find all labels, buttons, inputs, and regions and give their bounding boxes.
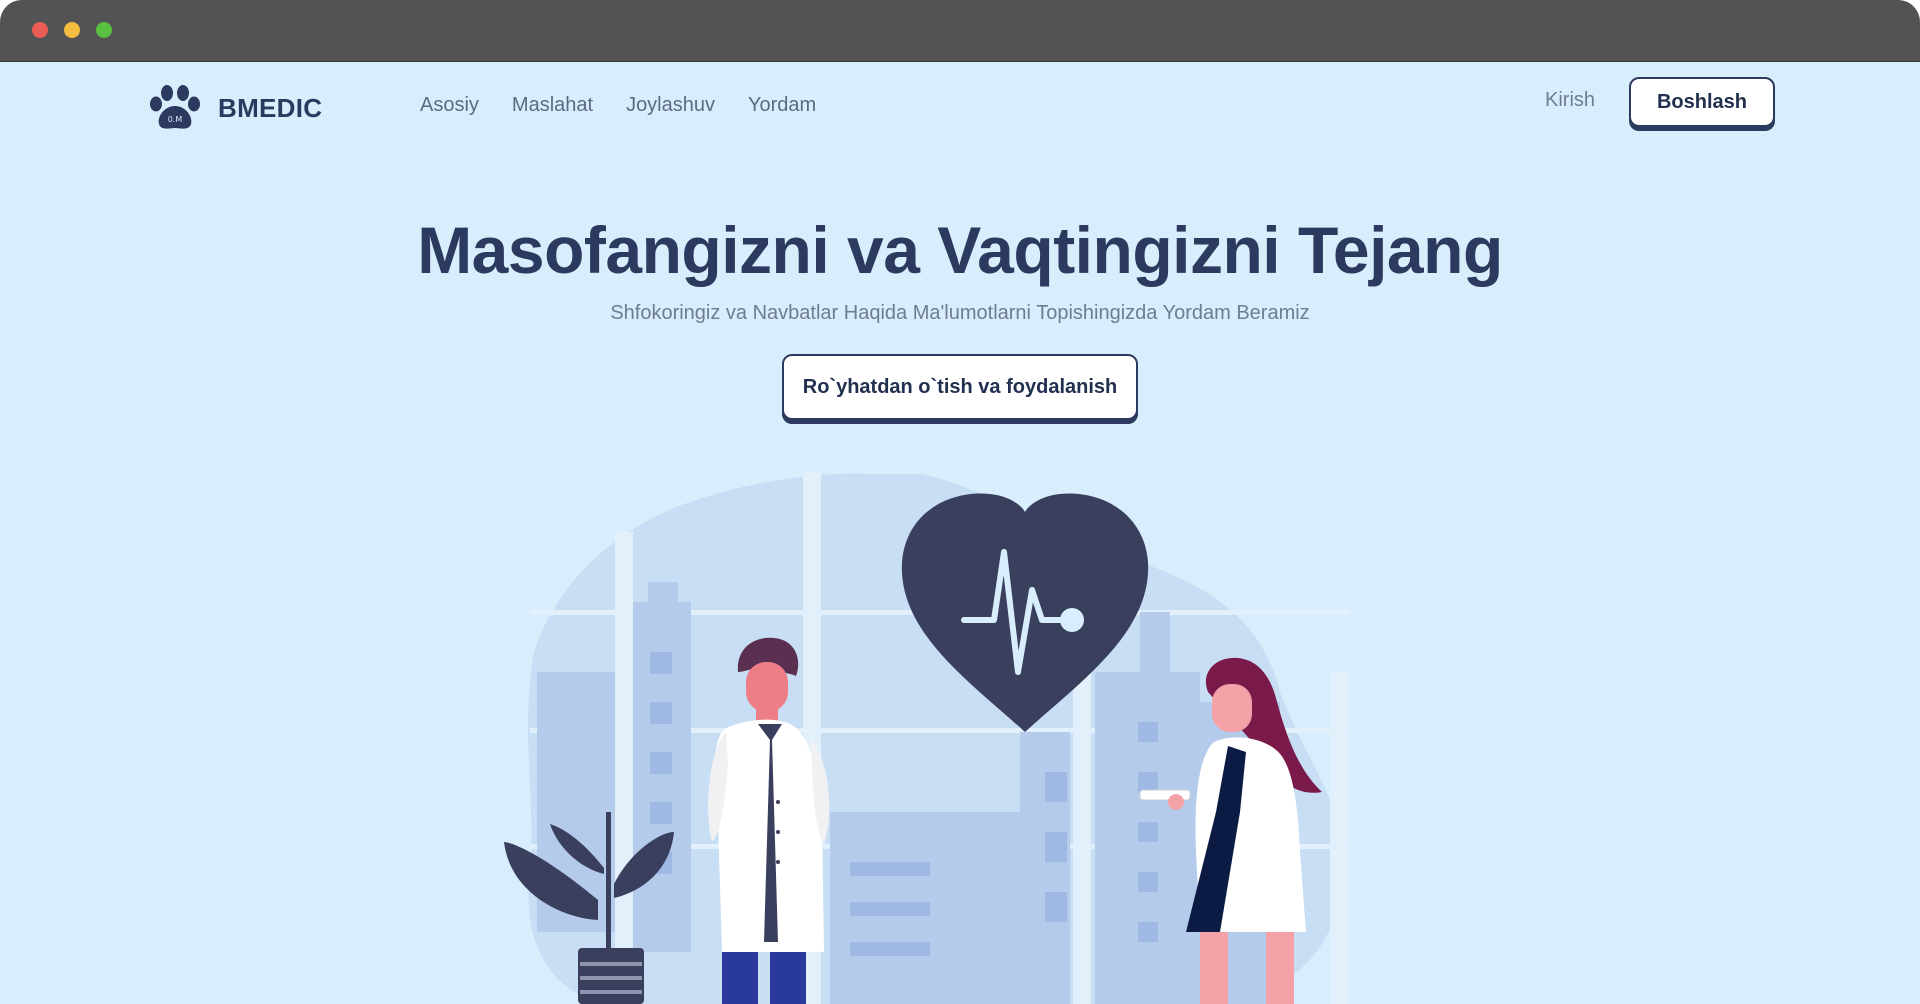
browser-window: 0.M BMEDIC Asosiy Maslahat Joylashuv Yor… (0, 0, 1920, 1004)
minimize-window-button[interactable] (64, 22, 80, 38)
hero-title: Masofangizni va Vaqtingizni Tejang (417, 213, 1503, 287)
landing-page: 0.M BMEDIC Asosiy Maslahat Joylashuv Yor… (0, 62, 1920, 1004)
maximize-window-button[interactable] (96, 22, 112, 38)
brand-name: BMEDIC (218, 92, 323, 123)
window-titlebar (0, 0, 1920, 62)
nav-link-asosiy[interactable]: Asosiy (420, 94, 479, 117)
signup-button[interactable]: Ro`yhatdan o`tish va foydalanish (782, 354, 1138, 420)
svg-text:0.M: 0.M (168, 115, 183, 124)
brand[interactable]: 0.M BMEDIC (148, 82, 322, 134)
paw-icon: 0.M (148, 84, 202, 132)
doctors-heart-illustration (500, 472, 1420, 1004)
hero-subtitle: Shfokoringiz va Navbatlar Haqida Ma'lumo… (610, 302, 1310, 324)
login-link[interactable]: Kirish (1545, 89, 1595, 112)
start-button[interactable]: Boshlash (1629, 77, 1775, 127)
nav-link-maslahat[interactable]: Maslahat (512, 94, 593, 117)
close-window-button[interactable] (32, 22, 48, 38)
nav-link-yordam[interactable]: Yordam (748, 94, 816, 117)
nav-link-joylashuv[interactable]: Joylashuv (626, 94, 715, 117)
main-nav: Asosiy Maslahat Joylashuv Yordam (420, 94, 816, 117)
